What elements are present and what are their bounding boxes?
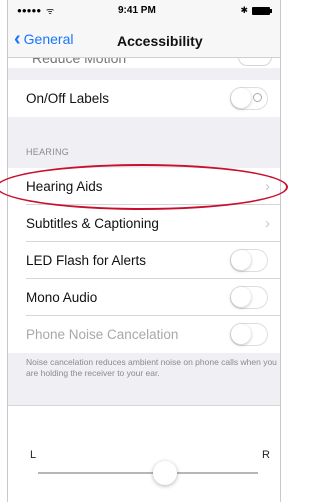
page-title: Accessibility (117, 33, 203, 49)
back-label: General (23, 31, 74, 47)
led-flash-label: LED Flash for Alerts (26, 253, 147, 268)
mono-audio-toggle[interactable] (230, 286, 268, 309)
on-off-labels-label: On/Off Labels (26, 91, 110, 106)
reduce-motion-row[interactable]: Reduce Motion (8, 58, 280, 68)
subtitles-captioning-label: Subtitles & Captioning (26, 216, 159, 231)
toggle-knob (231, 250, 251, 270)
back-button[interactable]: ‹ General (14, 28, 74, 50)
audio-balance-group: L R (8, 405, 280, 502)
hearing-aids-label: Hearing Aids (26, 179, 103, 194)
noise-cancelation-footnote: Noise cancelation reduces ambient noise … (26, 357, 277, 378)
reduce-motion-label: Reduce Motion (32, 58, 127, 66)
phone-noise-cancelation-row[interactable]: Phone Noise Cancelation (8, 316, 280, 353)
mono-audio-label: Mono Audio (26, 290, 98, 305)
on-off-labels-row[interactable]: On/Off Labels (8, 80, 280, 117)
battery-icon (252, 7, 272, 15)
balance-left-label: L (30, 449, 37, 461)
mono-audio-row[interactable]: Mono Audio (8, 279, 280, 316)
balance-slider-track[interactable] (38, 472, 258, 474)
phone-noise-cancelation-toggle[interactable] (230, 323, 268, 346)
navigation-bar: ‹ General Accessibility (8, 22, 280, 58)
status-time: 9:41 PM (118, 5, 156, 16)
balance-right-label: R (262, 449, 270, 461)
chevron-right-icon: › (265, 178, 270, 195)
phone-noise-cancelation-label: Phone Noise Cancelation (26, 327, 179, 342)
toggle-knob (231, 287, 251, 307)
reduce-motion-toggle[interactable] (238, 58, 272, 66)
bluetooth-icon: ✱ (240, 5, 248, 15)
chevron-left-icon: ‹ (14, 28, 21, 50)
wifi-icon: ᯤ (46, 6, 55, 16)
toggle-knob (231, 88, 251, 108)
section-header-hearing: HEARING (26, 147, 70, 157)
toggle-knob (231, 324, 251, 344)
off-indicator-icon (253, 93, 262, 102)
on-off-labels-toggle[interactable] (230, 87, 268, 110)
signal-icon: ●●●●● (17, 6, 42, 15)
hearing-aids-row[interactable]: Hearing Aids › (8, 168, 280, 205)
led-flash-toggle[interactable] (230, 249, 268, 272)
led-flash-row[interactable]: LED Flash for Alerts (8, 242, 280, 279)
subtitles-captioning-row[interactable]: Subtitles & Captioning › (8, 205, 280, 242)
balance-slider-thumb[interactable] (153, 461, 177, 485)
status-bar: ●●●●● ᯤ 9:41 PM ✱ (8, 0, 280, 22)
chevron-right-icon: › (265, 215, 270, 232)
phone-screen: ●●●●● ᯤ 9:41 PM ✱ ‹ General Accessibilit… (7, 0, 281, 502)
